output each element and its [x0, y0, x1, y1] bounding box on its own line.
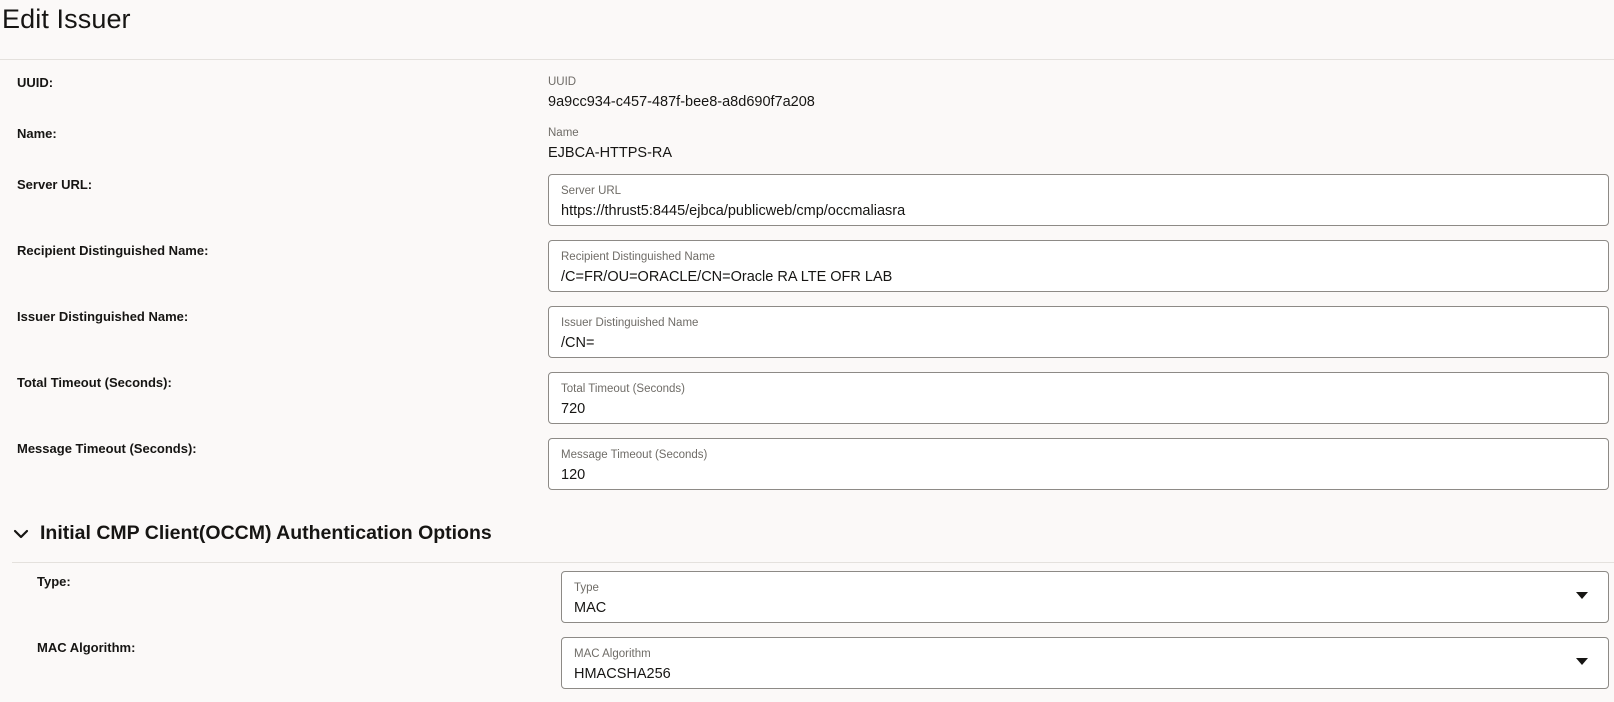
page-title: Edit Issuer	[2, 4, 131, 34]
auth-section-title: Initial CMP Client(OCCM) Authentication …	[40, 522, 492, 544]
uuid-value: 9a9cc934-c457-487f-bee8-a8d690f7a208	[548, 94, 815, 110]
recipient-dn-field[interactable]: Recipient Distinguished Name	[548, 240, 1609, 292]
name-label: Name	[548, 127, 579, 139]
recipient-dn-label: Recipient Distinguished Name	[561, 251, 716, 263]
name-readonly: Name EJBCA-HTTPS-RA	[548, 126, 672, 162]
chevron-down-icon	[13, 529, 29, 538]
issuer-dn-row-label: Issuer Distinguished Name:	[17, 309, 189, 324]
title-divider	[0, 59, 1614, 60]
name-row-label: Name:	[17, 126, 57, 141]
caret-down-icon	[1576, 592, 1588, 599]
server-url-input[interactable]	[561, 201, 1596, 221]
message-timeout-row-label: Message Timeout (Seconds):	[17, 441, 197, 456]
mac-algorithm-select[interactable]: MAC Algorithm HMACSHA256	[561, 637, 1609, 689]
total-timeout-field[interactable]: Total Timeout (Seconds)	[548, 372, 1609, 424]
caret-down-icon	[1576, 658, 1588, 665]
server-url-row-label: Server URL:	[17, 177, 93, 192]
uuid-label: UUID	[548, 76, 577, 88]
type-value: MAC	[574, 600, 607, 616]
type-row-label: Type:	[37, 574, 71, 589]
recipient-dn-row-label: Recipient Distinguished Name:	[17, 243, 209, 258]
edit-issuer-page: Edit Issuer UUID: UUID 9a9cc934-c457-487…	[0, 0, 1614, 702]
mac-algorithm-label: MAC Algorithm	[574, 648, 651, 660]
auth-section-toggle[interactable]: Initial CMP Client(OCCM) Authentication …	[12, 522, 492, 545]
server-url-label: Server URL	[561, 185, 622, 197]
type-label: Type	[574, 582, 599, 594]
total-timeout-label: Total Timeout (Seconds)	[561, 383, 686, 395]
message-timeout-label: Message Timeout (Seconds)	[561, 449, 708, 461]
message-timeout-input[interactable]	[561, 465, 1596, 485]
mac-algorithm-row-label: MAC Algorithm:	[37, 640, 136, 655]
total-timeout-row-label: Total Timeout (Seconds):	[17, 375, 172, 390]
server-url-field[interactable]: Server URL	[548, 174, 1609, 226]
uuid-row-label: UUID:	[17, 75, 54, 90]
type-select[interactable]: Type MAC	[561, 571, 1609, 623]
message-timeout-field[interactable]: Message Timeout (Seconds)	[548, 438, 1609, 490]
mac-algorithm-value: HMACSHA256	[574, 666, 671, 682]
issuer-dn-input[interactable]	[561, 333, 1596, 353]
section-divider	[12, 562, 1614, 563]
issuer-dn-field[interactable]: Issuer Distinguished Name	[548, 306, 1609, 358]
uuid-readonly: UUID 9a9cc934-c457-487f-bee8-a8d690f7a20…	[548, 75, 815, 111]
name-value: EJBCA-HTTPS-RA	[548, 145, 673, 161]
recipient-dn-input[interactable]	[561, 267, 1596, 287]
issuer-dn-label: Issuer Distinguished Name	[561, 317, 699, 329]
total-timeout-input[interactable]	[561, 399, 1596, 419]
